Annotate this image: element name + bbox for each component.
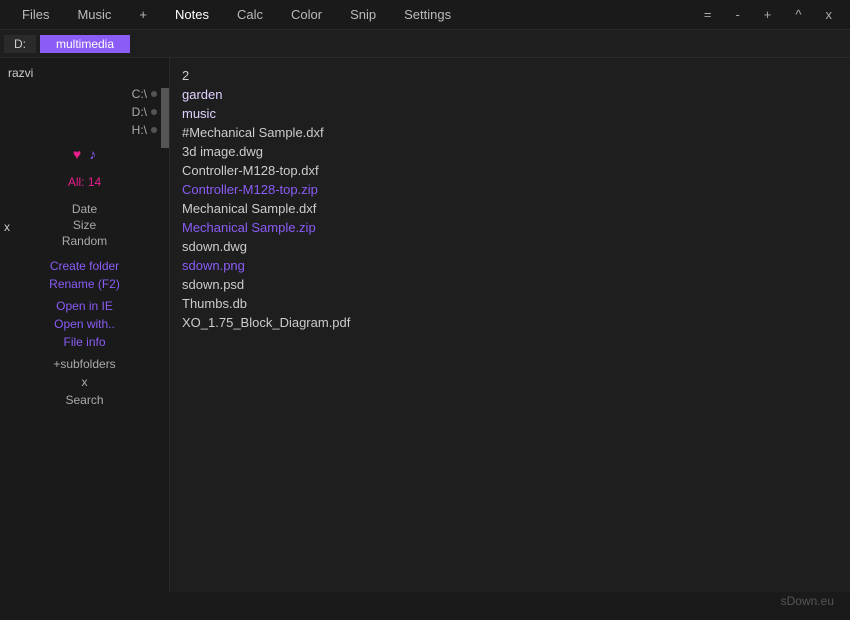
heart-icon[interactable]: ♥ — [73, 146, 81, 162]
list-item[interactable]: sdown.dwg — [182, 237, 838, 256]
list-item[interactable]: sdown.psd — [182, 275, 838, 294]
menu-color[interactable]: Color — [277, 0, 336, 30]
list-item[interactable]: Controller-M128-top.dxf — [182, 161, 838, 180]
drive-d[interactable]: D:\ — [8, 104, 161, 120]
menu-snip[interactable]: Snip — [336, 0, 390, 30]
drive-c[interactable]: C:\ — [8, 86, 161, 102]
close-button[interactable]: x — [816, 7, 843, 22]
list-item[interactable]: 3d image.dwg — [182, 142, 838, 161]
list-item[interactable]: garden — [182, 85, 838, 104]
file-panel: 2 garden music #Mechanical Sample.dxf 3d… — [170, 58, 850, 592]
x-indicator[interactable]: x — [0, 218, 14, 236]
rename-link[interactable]: Rename (F2) — [0, 275, 169, 293]
list-item[interactable]: XO_1.75_Block_Diagram.pdf — [182, 313, 838, 332]
open-with-link[interactable]: Open with.. — [0, 315, 169, 333]
window-controls: = - + ^ x — [694, 7, 842, 22]
create-folder-link[interactable]: Create folder — [0, 257, 169, 275]
main-layout: razvi C:\ D:\ H:\ ♥ ♪ All: 14 — [0, 58, 850, 592]
drive-dot — [151, 91, 157, 97]
stats-section: All: 14 — [0, 166, 169, 197]
menu-files[interactable]: Files — [8, 0, 63, 30]
x-link[interactable]: x — [0, 373, 169, 391]
media-icons: ♥ ♪ — [0, 142, 169, 166]
actions-section: Create folder Rename (F2) Open in IE Ope… — [0, 253, 169, 413]
menu-notes[interactable]: Notes — [161, 0, 223, 30]
menu-settings[interactable]: Settings — [390, 0, 465, 30]
list-item[interactable]: sdown.png — [182, 256, 838, 275]
subfolders-link[interactable]: +subfolders — [0, 351, 169, 373]
list-item[interactable]: Mechanical Sample.dxf — [182, 199, 838, 218]
list-item[interactable]: Thumbs.db — [182, 294, 838, 313]
file-info-link[interactable]: File info — [0, 333, 169, 351]
menu-bar: Files Music + Notes Calc Color Snip Sett… — [0, 0, 850, 30]
sort-size[interactable]: Size — [0, 217, 169, 233]
sort-random[interactable]: Random — [0, 233, 169, 249]
user-label: razvi — [0, 62, 169, 82]
list-item[interactable]: Mechanical Sample.zip — [182, 218, 838, 237]
drive-dot — [151, 127, 157, 133]
drive-dot — [151, 109, 157, 115]
menu-calc[interactable]: Calc — [223, 0, 277, 30]
folder-label[interactable]: multimedia — [40, 35, 130, 53]
drive-label[interactable]: D: — [4, 35, 36, 53]
equals-button[interactable]: = — [694, 7, 722, 22]
open-ie-link[interactable]: Open in IE — [0, 293, 169, 315]
sort-section: Date Size Random — [0, 197, 169, 253]
left-panel: razvi C:\ D:\ H:\ ♥ ♪ All: 14 — [0, 58, 170, 592]
scroll-bar[interactable] — [161, 88, 169, 148]
drive-h[interactable]: H:\ — [8, 122, 161, 138]
restore-button[interactable]: ^ — [785, 7, 811, 22]
menu-plus[interactable]: + — [125, 0, 161, 30]
maximize-button[interactable]: + — [754, 7, 782, 22]
music-icon[interactable]: ♪ — [89, 146, 96, 162]
drive-list: C:\ D:\ H:\ — [0, 82, 169, 142]
list-item[interactable]: Controller-M128-top.zip — [182, 180, 838, 199]
path-bar: D: multimedia — [0, 30, 850, 58]
all-count: All: 14 — [68, 175, 101, 189]
search-link[interactable]: Search — [0, 391, 169, 409]
list-item[interactable]: #Mechanical Sample.dxf — [182, 123, 838, 142]
menu-music[interactable]: Music — [63, 0, 125, 30]
minimize-button[interactable]: - — [725, 7, 749, 22]
sort-date[interactable]: Date — [0, 201, 169, 217]
watermark: sDown.eu — [781, 594, 834, 608]
list-item[interactable]: music — [182, 104, 838, 123]
list-item[interactable]: 2 — [182, 66, 838, 85]
